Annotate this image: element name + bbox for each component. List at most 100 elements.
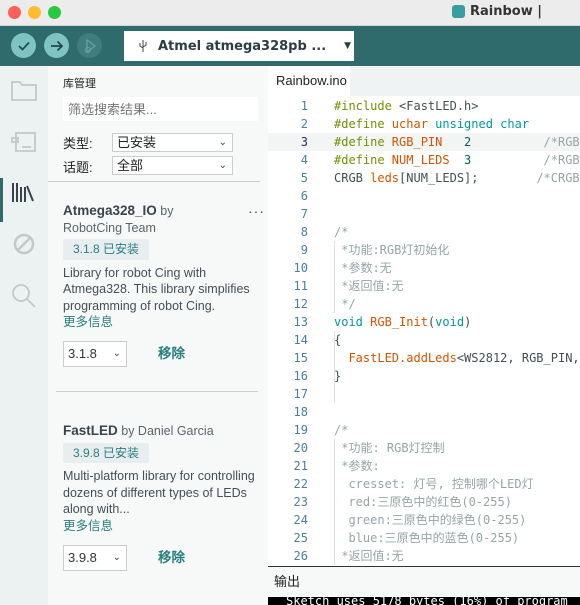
topic-label: 话题: bbox=[63, 160, 93, 175]
topic-select[interactable]: 全部 ⌄ bbox=[112, 156, 233, 175]
more-info-link[interactable]: 更多信息 bbox=[63, 518, 258, 535]
upload-button[interactable] bbox=[44, 33, 69, 58]
version-select[interactable]: 3.1.8 ⌄ bbox=[63, 341, 127, 367]
code-line[interactable]: 20 *功能: RGB灯控制 bbox=[268, 439, 580, 457]
boards-manager-button[interactable] bbox=[10, 128, 38, 156]
code-token: CRGB bbox=[334, 171, 371, 185]
code-area[interactable]: 1 #include <FastLED.h> 2 #define uchar unsi… bbox=[268, 97, 580, 565]
line-number: 14 bbox=[293, 333, 308, 347]
code-token: { bbox=[334, 333, 342, 347]
tab-bar: Rainbow.ino bbox=[268, 66, 580, 96]
code-token: /*CRGB bbox=[478, 171, 580, 185]
code-token: [NUM_LEDS]; bbox=[399, 171, 479, 185]
code-line[interactable]: 2 #define uchar unsigned char bbox=[268, 115, 580, 133]
output-console[interactable]: Sketch uses 5178 bytes (16%) of program bbox=[268, 597, 580, 605]
window-title: Rainbow | bbox=[452, 4, 542, 19]
title-bar: Rainbow | bbox=[0, 0, 580, 26]
line-text: cresset: 灯号, 控制哪个LED灯 bbox=[334, 475, 534, 493]
line-number: 22 bbox=[293, 477, 308, 491]
code-line[interactable]: 26 *返回值:无 bbox=[268, 547, 580, 565]
board-selector[interactable]: Atmel atmega328pb ... ▼ bbox=[124, 31, 354, 61]
code-token: *返回值:无 bbox=[334, 549, 404, 563]
code-token: /* bbox=[334, 225, 349, 239]
tab-rainbow-ino[interactable]: Rainbow.ino bbox=[268, 66, 350, 96]
board-icon bbox=[11, 132, 36, 152]
type-value: 已安装 bbox=[117, 135, 157, 150]
remove-button[interactable]: 移除 bbox=[158, 550, 185, 567]
code-line[interactable]: 9 *功能:RGB灯初始化 bbox=[268, 241, 580, 259]
line-number: 1 bbox=[300, 99, 308, 113]
code-token: RGB_Init bbox=[370, 315, 428, 329]
debug-disabled-icon bbox=[13, 233, 35, 255]
installed-badge: 3.9.8 已安装 bbox=[63, 442, 150, 463]
more-options-button[interactable]: ··· bbox=[248, 203, 265, 220]
code-token: *参数:无 bbox=[334, 261, 392, 275]
code-line[interactable]: 22 cresset: 灯号, 控制哪个LED灯 bbox=[268, 475, 580, 493]
check-icon bbox=[17, 41, 30, 51]
line-text: void RGB_Init(void) bbox=[334, 313, 471, 331]
line-number: 5 bbox=[300, 171, 308, 185]
output-text: Sketch uses 5178 bytes (16%) of program bbox=[286, 597, 568, 605]
verify-button[interactable] bbox=[11, 33, 36, 58]
code-line[interactable]: 15 FastLED.addLeds<WS2812, RGB_PIN, bbox=[268, 349, 580, 367]
filter-input[interactable] bbox=[63, 97, 258, 121]
line-number: 2 bbox=[300, 117, 308, 131]
line-number: 15 bbox=[293, 351, 308, 365]
library-name: Atmega328_IO bbox=[63, 203, 157, 218]
line-text: CRGB leds[NUM_LEDS]; /*CRGB bbox=[334, 169, 580, 187]
line-text: *参数: bbox=[334, 457, 379, 475]
code-line[interactable]: 13 void RGB_Init(void) bbox=[268, 313, 580, 331]
code-line[interactable]: 25 blue:三原色中的蓝色(0-255) bbox=[268, 529, 580, 547]
divider bbox=[48, 181, 260, 182]
type-select[interactable]: 已安装 ⌄ bbox=[112, 133, 233, 152]
output-panel-header: 输出 bbox=[268, 566, 580, 596]
debug-panel-button[interactable] bbox=[10, 230, 38, 258]
code-line[interactable]: 7 bbox=[268, 205, 580, 223]
library-manager-button[interactable] bbox=[10, 178, 38, 206]
code-line[interactable]: 6 bbox=[268, 187, 580, 205]
code-line[interactable]: 5 CRGB leds[NUM_LEDS]; /*CRGB bbox=[268, 169, 580, 187]
library-description: Multi-platform library for controlling d… bbox=[63, 469, 255, 516]
code-token: cresset: 灯号, 控制哪个LED灯 bbox=[334, 477, 534, 491]
code-token: red:三原色中的红色(0-255) bbox=[334, 495, 512, 509]
zoom-window-button[interactable] bbox=[48, 6, 61, 19]
code-line[interactable]: 17 bbox=[268, 385, 580, 403]
code-line[interactable]: 16} bbox=[268, 367, 580, 385]
line-text: #include <FastLED.h> bbox=[334, 97, 479, 115]
code-line[interactable]: 1 #include <FastLED.h> bbox=[268, 97, 580, 115]
sketchbook-button[interactable] bbox=[10, 76, 38, 104]
line-text: *返回值:无 bbox=[334, 547, 404, 565]
code-token: /*RGB灯 bbox=[471, 135, 580, 149]
more-info-link[interactable]: 更多信息 bbox=[63, 314, 258, 331]
code-line[interactable]: 21 *参数: bbox=[268, 457, 580, 475]
search-icon bbox=[12, 284, 36, 308]
line-number: 12 bbox=[293, 297, 308, 311]
debug-button[interactable] bbox=[77, 33, 102, 58]
code-line[interactable]: 3 #define RGB_PIN 2 /*RGB灯 bbox=[268, 133, 580, 151]
code-line[interactable]: 19 /* bbox=[268, 421, 580, 439]
line-number: 3 bbox=[300, 135, 308, 149]
line-number: 10 bbox=[293, 261, 308, 275]
search-button[interactable] bbox=[10, 282, 38, 310]
arduino-app-icon bbox=[452, 5, 465, 18]
code-line[interactable]: 24 green:三原色中的绿色(0-255) bbox=[268, 511, 580, 529]
line-number: 13 bbox=[293, 315, 308, 329]
code-token: #define bbox=[334, 117, 392, 131]
code-line[interactable]: 8 /* bbox=[268, 223, 580, 241]
code-line[interactable]: 10 *参数:无 bbox=[268, 259, 580, 277]
code-line[interactable]: 11 *返回值:无 bbox=[268, 277, 580, 295]
minimize-window-button[interactable] bbox=[28, 6, 41, 19]
code-line[interactable]: 23 red:三原色中的红色(0-255) bbox=[268, 493, 580, 511]
version-select[interactable]: 3.9.8 ⌄ bbox=[63, 545, 127, 571]
chevron-down-icon: ⌄ bbox=[112, 552, 121, 563]
library-manager-panel: 库管理 类型: 已安装 ⌄ 话题: 全部 ⌄ Atmega328_IO by Rob… bbox=[48, 66, 268, 605]
code-line[interactable]: 14 { bbox=[268, 331, 580, 349]
remove-button[interactable]: 移除 bbox=[158, 346, 185, 363]
code-line[interactable]: 18 bbox=[268, 403, 580, 421]
line-text: *功能: RGB灯控制 bbox=[334, 439, 444, 457]
code-line[interactable]: 4 #define NUM_LEDS 3 /*RGB灯 bbox=[268, 151, 580, 169]
line-text: *参数:无 bbox=[334, 259, 392, 277]
close-window-button[interactable] bbox=[8, 6, 21, 19]
library-by: by bbox=[117, 424, 138, 438]
code-line[interactable]: 12 */ bbox=[268, 295, 580, 313]
